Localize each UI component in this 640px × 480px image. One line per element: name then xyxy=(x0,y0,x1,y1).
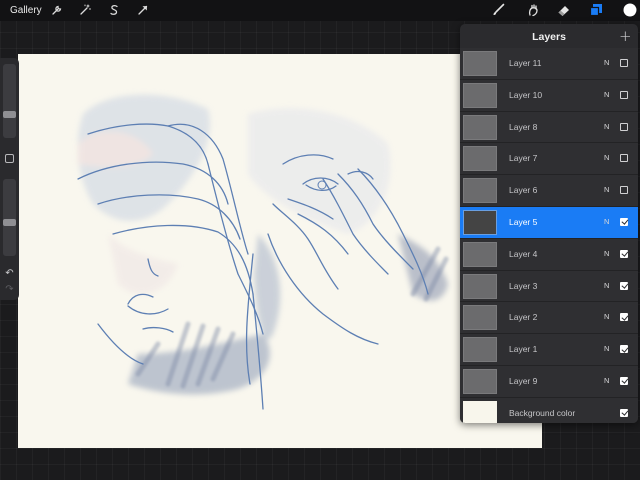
blend-mode-button[interactable]: N xyxy=(604,58,609,67)
visibility-checkbox[interactable] xyxy=(620,154,628,163)
layer-row[interactable]: Layer 5 N xyxy=(460,206,638,239)
visibility-checkbox[interactable] xyxy=(620,408,628,417)
opacity-slider[interactable] xyxy=(3,179,16,256)
blend-mode-button[interactable]: N xyxy=(604,344,609,353)
layer-name: Layer 4 xyxy=(509,248,538,259)
layer-thumbnail[interactable] xyxy=(463,368,497,394)
transform-arrow-icon[interactable] xyxy=(136,3,150,17)
layer-thumbnail[interactable] xyxy=(463,209,497,235)
layer-thumbnail[interactable] xyxy=(463,305,497,331)
modify-button[interactable] xyxy=(5,154,14,163)
layer-row[interactable]: Layer 9 N xyxy=(460,365,638,398)
layer-thumbnail[interactable] xyxy=(463,178,497,204)
top-toolbar: Gallery xyxy=(0,0,640,21)
layer-row[interactable]: Layer 1 N xyxy=(460,334,638,366)
undo-icon[interactable]: ↶ xyxy=(4,268,15,279)
layer-name: Layer 6 xyxy=(509,185,538,196)
visibility-checkbox[interactable] xyxy=(620,122,628,131)
layers-icon[interactable] xyxy=(589,3,603,17)
visibility-checkbox[interactable] xyxy=(620,217,628,226)
layer-name: Layer 7 xyxy=(509,153,538,164)
blend-mode-button[interactable]: N xyxy=(604,217,609,226)
layer-thumbnail[interactable] xyxy=(463,273,497,299)
smudge-icon[interactable] xyxy=(526,3,540,17)
layer-name: Background color xyxy=(509,407,576,418)
visibility-checkbox[interactable] xyxy=(620,376,628,385)
brush-icon[interactable] xyxy=(491,3,505,17)
visibility-checkbox[interactable] xyxy=(620,186,628,195)
add-layer-button[interactable]: + xyxy=(619,28,632,44)
layer-name: Layer 3 xyxy=(509,280,538,291)
layers-panel: Layers + Layer 11 N Layer 10 N Layer 8 N Layer… xyxy=(460,24,638,423)
layer-row[interactable]: Layer 2 N xyxy=(460,302,638,335)
blend-mode-button[interactable]: N xyxy=(604,376,609,385)
visibility-checkbox[interactable] xyxy=(620,281,628,290)
layer-name: Layer 9 xyxy=(509,375,538,386)
visibility-checkbox[interactable] xyxy=(620,90,628,99)
layer-thumbnail[interactable] xyxy=(463,241,497,267)
eraser-icon[interactable] xyxy=(557,3,571,17)
visibility-checkbox[interactable] xyxy=(620,249,628,258)
background-color-swatch[interactable] xyxy=(463,400,497,423)
left-sidebar: ↶ ↷ xyxy=(0,58,19,300)
layer-name: Layer 5 xyxy=(509,216,538,227)
gallery-button[interactable]: Gallery xyxy=(10,3,42,18)
magic-wand-icon[interactable] xyxy=(78,3,92,17)
layer-thumbnail[interactable] xyxy=(463,337,497,363)
layer-name: Layer 2 xyxy=(509,312,538,323)
layer-thumbnail[interactable] xyxy=(463,82,497,108)
layer-row[interactable]: Layer 7 N xyxy=(460,143,638,176)
blend-mode-button[interactable]: N xyxy=(604,90,609,99)
layer-name: Layer 1 xyxy=(509,344,538,355)
visibility-checkbox[interactable] xyxy=(620,345,628,354)
blend-mode-button[interactable]: N xyxy=(604,281,609,290)
blend-mode-button[interactable]: N xyxy=(604,153,609,162)
layer-row[interactable]: Layer 8 N xyxy=(460,111,638,144)
visibility-checkbox[interactable] xyxy=(620,313,628,322)
watercolor-wash xyxy=(77,94,448,395)
layer-thumbnail[interactable] xyxy=(463,51,497,76)
layer-thumbnail[interactable] xyxy=(463,146,497,172)
layer-row[interactable]: Layer 6 N xyxy=(460,175,638,207)
layer-name: Layer 8 xyxy=(509,121,538,132)
layer-row[interactable]: Layer 11 N xyxy=(460,48,638,80)
layer-name: Layer 10 xyxy=(509,89,543,100)
opacity-thumb[interactable] xyxy=(3,219,16,226)
brush-size-slider[interactable] xyxy=(3,64,16,138)
color-swatch-icon[interactable] xyxy=(622,2,637,17)
layer-list: Layer 11 N Layer 10 N Layer 8 N Layer 7 N Layer … xyxy=(460,48,638,423)
blend-mode-button[interactable]: N xyxy=(604,249,609,258)
layers-title: Layers xyxy=(532,31,566,43)
layer-name: Layer 11 xyxy=(509,58,542,68)
brush-size-thumb[interactable] xyxy=(3,111,16,118)
layer-row[interactable]: Layer 4 N xyxy=(460,238,638,271)
selection-s-icon[interactable] xyxy=(107,3,121,17)
layer-row[interactable]: Layer 3 N xyxy=(460,270,638,303)
blend-mode-button[interactable]: N xyxy=(604,312,609,321)
visibility-checkbox[interactable] xyxy=(620,59,628,67)
blend-mode-button[interactable]: N xyxy=(604,185,609,194)
layer-row[interactable]: Layer 10 N xyxy=(460,79,638,112)
wrench-icon[interactable] xyxy=(50,3,64,17)
blend-mode-button[interactable]: N xyxy=(604,122,609,131)
background-color-row[interactable]: Background color xyxy=(460,397,638,423)
layers-header: Layers + xyxy=(460,24,638,51)
layer-thumbnail[interactable] xyxy=(463,114,497,140)
redo-icon[interactable]: ↷ xyxy=(4,284,15,295)
